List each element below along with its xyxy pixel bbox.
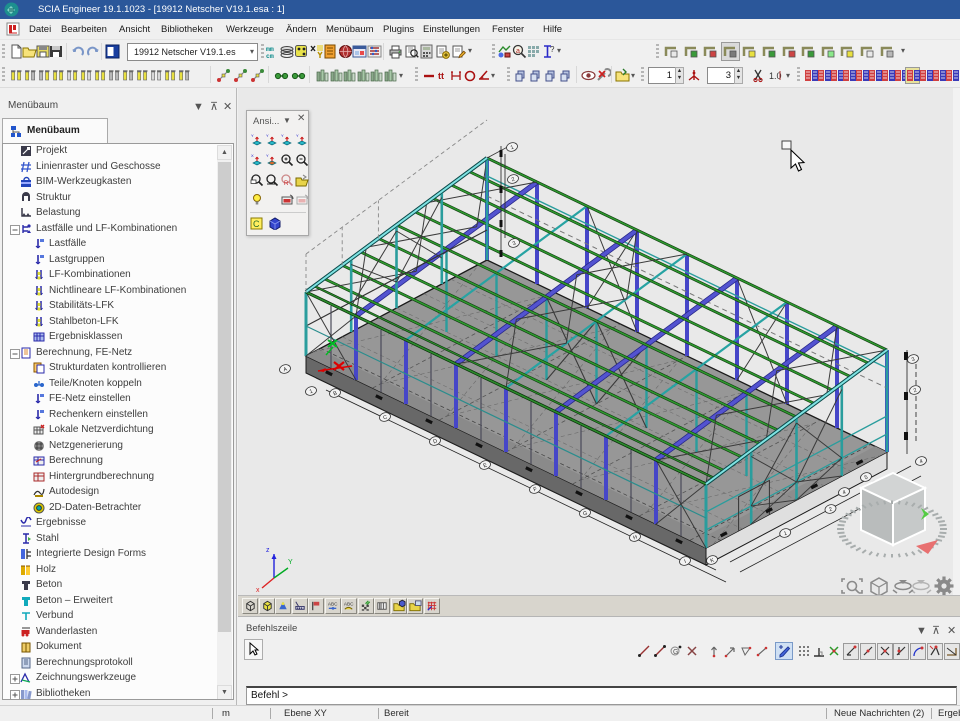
svg-text:mm: mm xyxy=(266,46,274,53)
svg-text:Y: Y xyxy=(251,133,254,138)
svg-text:Y: Y xyxy=(296,133,299,138)
svg-text:tt: tt xyxy=(438,71,444,81)
svg-text:R: R xyxy=(284,181,289,187)
svg-text:C: C xyxy=(253,219,260,229)
svg-text:X: X xyxy=(251,153,254,158)
svg-text:G: G xyxy=(673,649,678,656)
svg-text:a: a xyxy=(516,48,520,55)
svg-text:?: ? xyxy=(550,45,555,54)
svg-text:cm: cm xyxy=(266,53,274,59)
svg-text:ABC: ABC xyxy=(344,602,354,607)
svg-text:ABC: ABC xyxy=(327,602,337,607)
svg-text:Y: Y xyxy=(281,133,284,138)
svg-text:Y: Y xyxy=(266,153,269,158)
svg-text:Y: Y xyxy=(266,133,269,138)
